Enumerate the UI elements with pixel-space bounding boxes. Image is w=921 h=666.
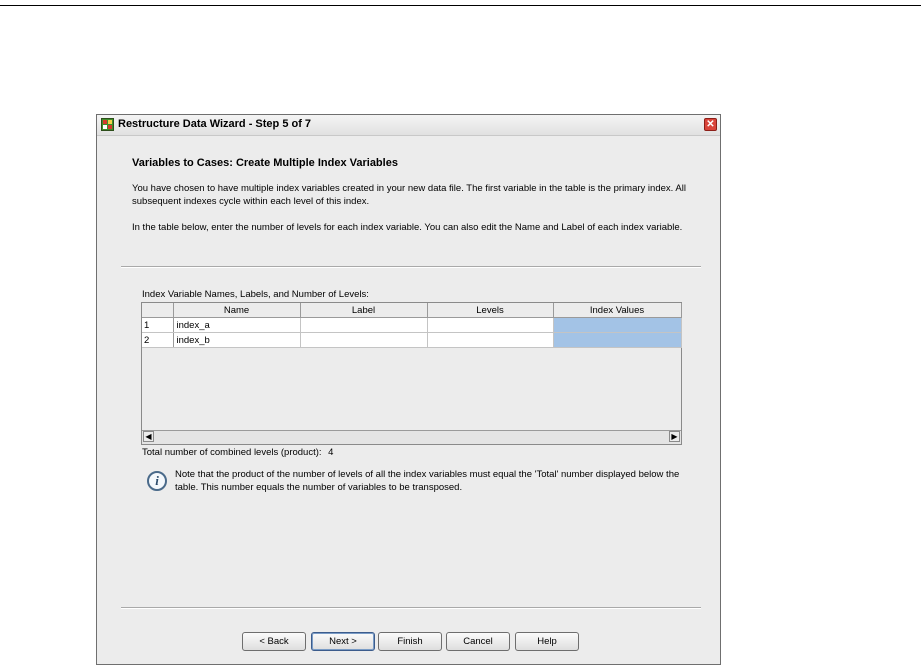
table-caption: Index Variable Names, Labels, and Number… [142,289,369,300]
levels-cell[interactable] [427,317,554,333]
total-levels-label: Total number of combined levels (product… [142,447,322,458]
column-header-levels[interactable]: Levels [427,303,554,318]
title-bar[interactable]: Restructure Data Wizard - Step 5 of 7 ✕ [97,115,720,136]
column-header-name[interactable]: Name [173,303,301,318]
help-button[interactable]: Help [515,632,579,651]
scroll-left-icon[interactable]: ◀ [143,431,154,442]
column-header-label[interactable]: Label [300,303,428,318]
top-divider [121,266,701,268]
row-number: 1 [142,317,174,333]
levels-cell[interactable] [427,332,554,348]
name-cell[interactable]: index_b [173,332,301,348]
table-row: 2 index_b [142,332,682,348]
restructure-data-wizard-dialog: Restructure Data Wizard - Step 5 of 7 ✕ … [96,114,721,665]
cancel-button[interactable]: Cancel [446,632,510,651]
index-values-cell[interactable] [553,332,682,348]
index-variables-table[interactable]: Name Label Levels Index Values 1 index_a… [141,302,682,445]
name-cell[interactable]: index_a [173,317,301,333]
finish-button[interactable]: Finish [378,632,442,651]
intro-paragraph: You have chosen to have multiple index v… [132,183,686,207]
bottom-divider [121,607,701,609]
close-button[interactable]: ✕ [704,118,717,131]
total-levels-value: 4 [328,447,334,458]
page-top-rule [0,5,921,6]
scroll-right-icon[interactable]: ▶ [669,431,680,442]
index-values-cell[interactable] [553,317,682,333]
window-title: Restructure Data Wizard - Step 5 of 7 [118,118,312,130]
table-row: 1 index_a [142,317,682,333]
spss-app-icon [101,118,114,131]
label-cell[interactable] [300,332,428,348]
label-cell[interactable] [300,317,428,333]
horizontal-scrollbar[interactable]: ◀ ▶ [142,430,681,444]
total-levels-line: Total number of combined levels (product… [142,447,333,458]
step-heading: Variables to Cases: Create Multiple Inde… [132,157,398,169]
row-number: 2 [142,332,174,348]
info-icon: i [147,471,167,491]
column-header-rownum [142,303,174,318]
instruction-paragraph: In the table below, enter the number of … [132,222,683,233]
column-header-index-values[interactable]: Index Values [553,303,682,318]
table-header-row: Name Label Levels Index Values [142,303,682,318]
back-button[interactable]: < Back [242,632,306,651]
next-button[interactable]: Next > [311,632,375,651]
note-text: Note that the product of the number of l… [175,469,680,493]
